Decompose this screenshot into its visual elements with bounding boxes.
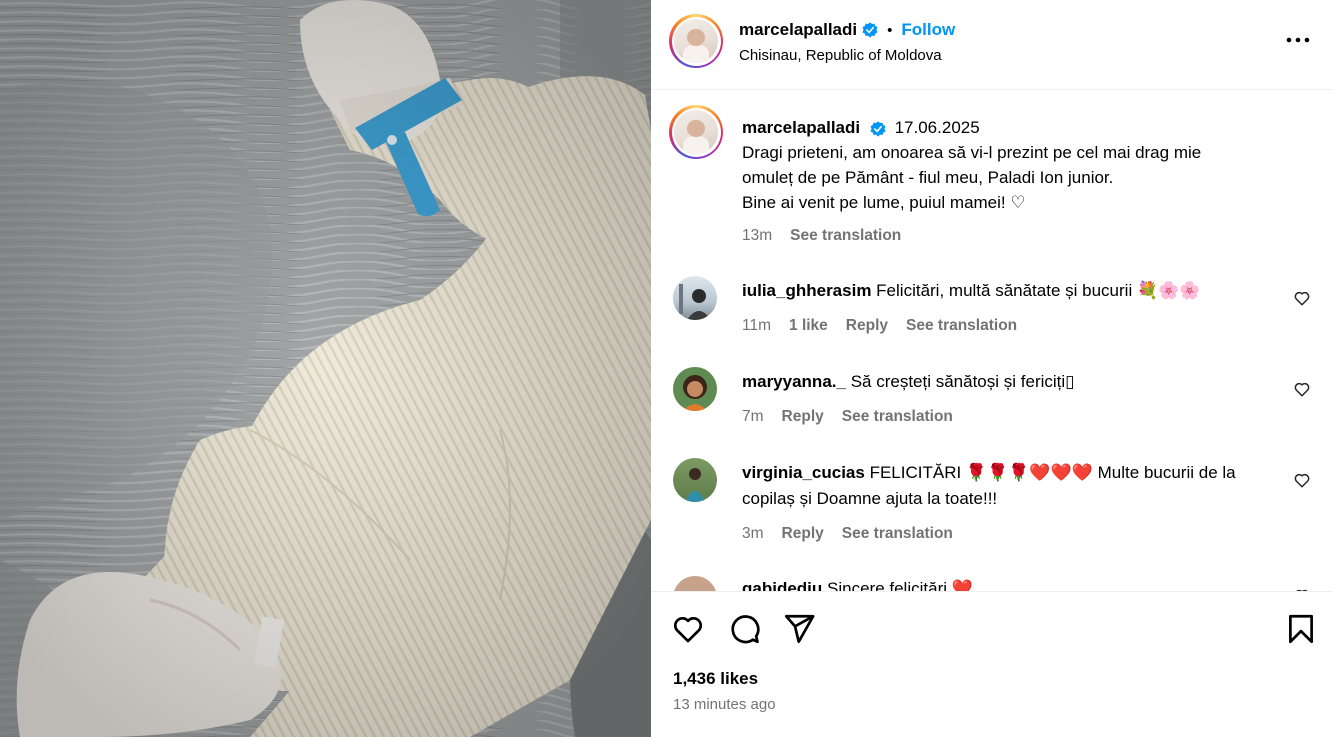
see-translation-button[interactable]: See translation: [842, 404, 953, 430]
author-line: marcelapalladi • Follow: [739, 20, 955, 40]
post-header: marcelapalladi • Follow Chisinau, Republ…: [651, 0, 1333, 90]
caption-date: 17.06.2025: [894, 118, 980, 137]
post-sidebar: marcelapalladi • Follow Chisinau, Republ…: [651, 0, 1333, 737]
comment-body: gabidediu Sincere felicitări ❤️: [742, 576, 1282, 591]
author-avatar[interactable]: [669, 14, 723, 68]
likes-count[interactable]: 1,436 likes: [673, 669, 758, 689]
bookmark-icon[interactable]: [1284, 612, 1318, 646]
separator-dot: •: [887, 21, 893, 39]
comment-meta: 3m Reply See translation: [742, 521, 1282, 547]
post-time-ago: 13 minutes ago: [673, 696, 776, 713]
post-location[interactable]: Chisinau, Republic of Moldova: [739, 47, 942, 64]
commenter-avatar[interactable]: [673, 367, 717, 411]
commenter-avatar[interactable]: [673, 458, 717, 502]
caption-username[interactable]: marcelapalladi: [742, 118, 860, 137]
comment-text: Să creșteți sănătoși și fericiți▯: [850, 372, 1075, 391]
comment-meta: 7m Reply See translation: [742, 404, 1282, 430]
comment-text: Sincere felicitări ❤️: [827, 579, 973, 591]
comment-text: Felicitări, multă sănătate și bucurii 💐🌸…: [876, 281, 1201, 300]
caption-meta: 13m See translation: [742, 223, 1282, 248]
comment-icon[interactable]: [727, 612, 761, 646]
more-options-icon[interactable]: [1285, 27, 1311, 53]
caption-text-line: Dragi prieteni, am onoarea să vi-l prezi…: [742, 143, 1202, 162]
post-photo[interactable]: [0, 0, 651, 737]
see-translation-button[interactable]: See translation: [790, 223, 901, 248]
comment-body: iulia_ghherasim Felicitări, multă sănăta…: [742, 278, 1282, 339]
verified-badge-icon: [870, 120, 886, 137]
comment-heart-icon[interactable]: [1293, 380, 1311, 398]
comment-username[interactable]: gabidediu: [742, 579, 822, 591]
comment-username[interactable]: maryyanna._: [742, 372, 846, 391]
comment-time: 11m: [742, 317, 772, 334]
caption-text-line: Bine ai venit pe lume, puiul mamei! ♡: [742, 193, 1026, 212]
caption-text-line: omuleț de pe Pământ - fiul meu, Paladi I…: [742, 168, 1114, 187]
baby-photo-illustration: [0, 0, 651, 737]
see-translation-button[interactable]: See translation: [842, 521, 953, 547]
caption: marcelapalladi 17.06.2025 Dragi prieteni…: [742, 115, 1282, 248]
see-translation-button[interactable]: See translation: [906, 313, 1017, 339]
comment-body: maryyanna._ Să creșteți sănătoși și feri…: [742, 369, 1282, 430]
comment-time: 7m: [742, 408, 764, 425]
commenter-avatar[interactable]: [673, 276, 717, 320]
comment-username[interactable]: virginia_cucias: [742, 463, 865, 482]
heart-icon[interactable]: [671, 612, 705, 646]
author-username[interactable]: marcelapalladi: [739, 20, 857, 40]
comment-body: virginia_cucias FELICITĂRI 🌹🌹🌹❤️❤️❤️ Mul…: [742, 460, 1282, 547]
verified-badge-icon: [862, 22, 878, 38]
reply-button[interactable]: Reply: [846, 313, 888, 339]
follow-button[interactable]: Follow: [901, 20, 955, 40]
reply-button[interactable]: Reply: [782, 521, 824, 547]
share-icon[interactable]: [782, 612, 816, 646]
comment-likes-count[interactable]: 1 like: [789, 313, 828, 339]
caption-avatar[interactable]: [669, 105, 723, 159]
comment-meta: 11m 1 like Reply See translation: [742, 313, 1282, 339]
caption-time: 13m: [742, 227, 773, 244]
comment-heart-icon[interactable]: [1293, 289, 1311, 307]
commenter-avatar[interactable]: [673, 576, 717, 591]
comment-heart-icon[interactable]: [1293, 471, 1311, 489]
comments-section[interactable]: marcelapalladi 17.06.2025 Dragi prieteni…: [651, 91, 1333, 591]
comment-username[interactable]: iulia_ghherasim: [742, 281, 871, 300]
post-actions: 1,436 likes 13 minutes ago: [651, 591, 1333, 737]
comment-time: 3m: [742, 525, 764, 542]
reply-button[interactable]: Reply: [782, 404, 824, 430]
